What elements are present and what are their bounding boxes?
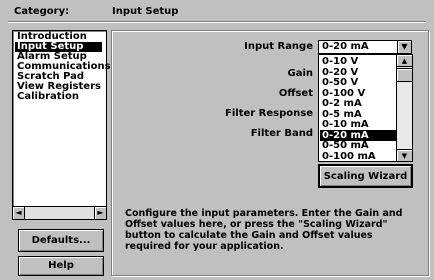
option-0-100ma[interactable]: 0-100 mA bbox=[320, 151, 399, 162]
category-list[interactable]: Introduction Input Setup Alarm Setup Com… bbox=[12, 30, 111, 209]
scaling-wizard-button[interactable]: Scaling Wizard bbox=[318, 164, 413, 188]
filter-band-label: Filter Band bbox=[250, 128, 313, 139]
scroll-up-icon[interactable]: ▲ bbox=[397, 55, 412, 67]
filter-response-label: Filter Response bbox=[225, 108, 313, 119]
gain-label: Gain bbox=[287, 68, 313, 79]
section-title: Input Setup bbox=[112, 6, 179, 17]
description-text: Configure the input parameters. Enter th… bbox=[125, 208, 403, 252]
option-0-50v[interactable]: 0-50 V bbox=[320, 77, 399, 88]
input-range-combobox[interactable]: 0-20 mA ▼ bbox=[318, 40, 412, 54]
option-0-10ma[interactable]: 0-10 mA bbox=[320, 119, 399, 130]
input-range-value: 0-20 mA bbox=[322, 41, 369, 52]
option-0-5ma[interactable]: 0-5 mA bbox=[320, 109, 399, 120]
input-range-label: Input Range bbox=[244, 41, 313, 52]
help-button[interactable]: Help bbox=[18, 256, 104, 276]
option-0-20v[interactable]: 0-20 V bbox=[320, 67, 399, 78]
header-divider bbox=[8, 21, 426, 23]
scroll-down-icon[interactable]: ▼ bbox=[397, 149, 412, 161]
option-0-50ma[interactable]: 0-50 mA bbox=[320, 140, 399, 151]
category-item-calibration[interactable]: Calibration bbox=[15, 92, 81, 102]
offset-label: Offset bbox=[278, 88, 313, 99]
category-list-hscrollbar[interactable]: ◄ ► bbox=[12, 206, 107, 220]
category-label: Category: bbox=[14, 6, 70, 17]
scroll-thumb[interactable] bbox=[397, 68, 412, 82]
scroll-right-icon[interactable]: ► bbox=[94, 207, 106, 219]
option-0-10v[interactable]: 0-10 V bbox=[320, 56, 399, 67]
option-0-20ma[interactable]: 0-20 mA bbox=[320, 129, 399, 141]
scroll-left-icon[interactable]: ◄ bbox=[13, 207, 25, 219]
option-0-100v[interactable]: 0-100 V bbox=[320, 88, 399, 99]
chevron-down-icon[interactable]: ▼ bbox=[397, 41, 411, 53]
input-range-dropdown-list[interactable]: 0-10 V 0-20 V 0-50 V 0-100 V 0-2 mA 0-5 … bbox=[318, 54, 413, 162]
option-0-2ma[interactable]: 0-2 mA bbox=[320, 98, 399, 109]
defaults-button[interactable]: Defaults... bbox=[18, 229, 104, 252]
dropdown-vscrollbar[interactable]: ▲ ▼ bbox=[396, 55, 412, 161]
